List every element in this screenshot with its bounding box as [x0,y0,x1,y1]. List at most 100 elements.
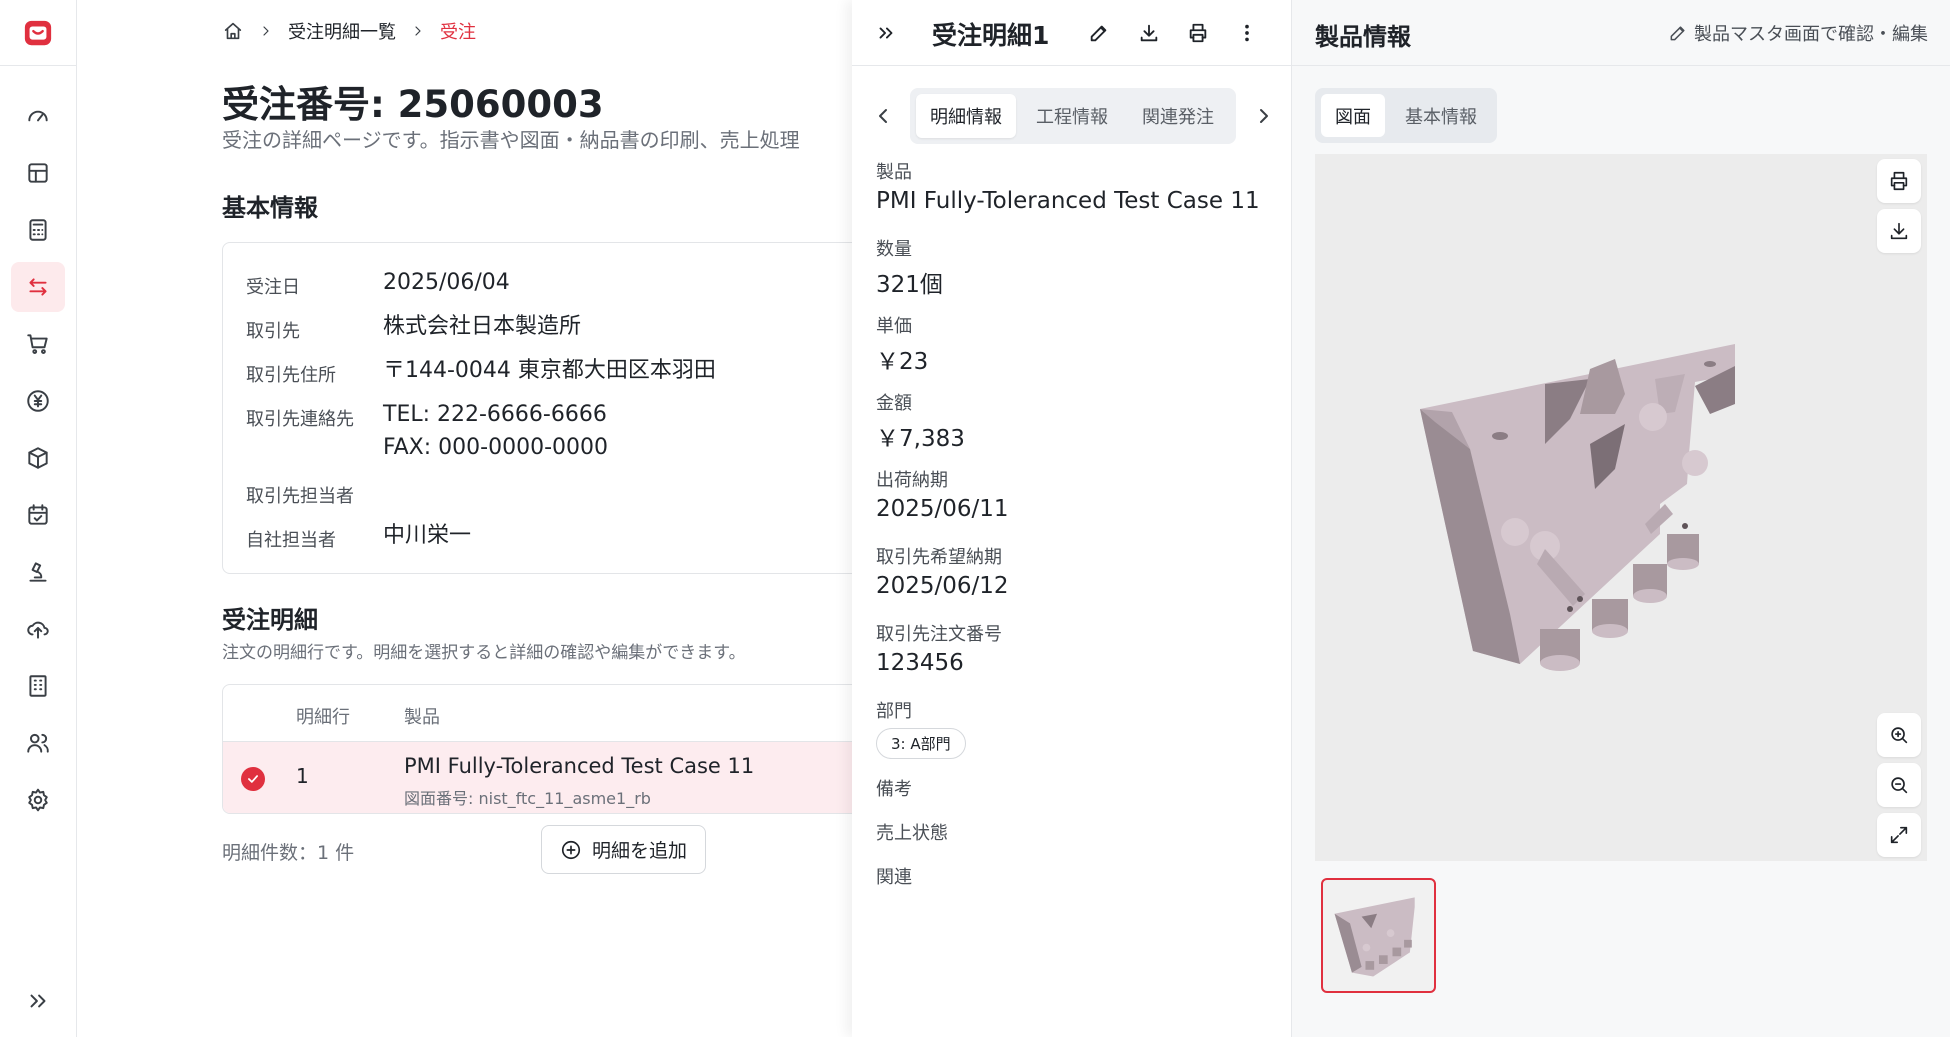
zoom-in-button[interactable] [1877,713,1921,757]
package-icon [28,447,48,469]
tabs-scroll-right[interactable] [1252,104,1276,128]
zoom-in-icon [1891,727,1908,744]
info-value: FAX: 000-0000-0000 [383,435,609,460]
field-value-requested-date: 2025/06/12 [876,573,1009,599]
field-value-quantity: 321個 [876,272,943,298]
edit-button[interactable] [1085,19,1113,47]
download-button[interactable] [1135,19,1163,47]
table-row[interactable]: 1 PMI Fully-Toleranced Test Case 11 図面番号… [223,742,852,813]
nav-users[interactable] [11,718,65,768]
expand-sidebar-button[interactable] [11,976,65,1026]
print-button[interactable] [1184,19,1212,47]
detail-title: 受注明細1 [932,21,1050,50]
field-value-product: PMI Fully-Toleranced Test Case 11 [876,188,1260,214]
more-vertical-icon [1245,24,1249,42]
nav-upload[interactable] [11,604,65,654]
field-label-department: 部門 [876,701,912,722]
add-line-button[interactable]: 明細を追加 [541,825,706,874]
fullscreen-button[interactable] [1877,813,1921,857]
tab-line-info[interactable]: 明細情報 [916,94,1016,138]
tab-basic-info[interactable]: 基本情報 [1391,94,1491,137]
breadcrumb: 受注明細一覧 受注 [222,18,476,44]
gear-icon [28,788,48,812]
expand-icon [1890,826,1908,844]
detail-tab-list: 明細情報 工程情報 関連発注 [910,88,1236,144]
info-label: 受注日 [246,277,300,298]
column-header-line[interactable]: 明細行 [296,703,350,729]
info-label: 取引先担当者 [246,486,354,507]
info-label: 自社担当者 [246,530,336,551]
basic-info-card: 受注日 2025/06/04 取引先 株式会社日本製造所 取引先住所 〒144-… [222,242,852,574]
breadcrumb-current: 受注 [440,22,476,43]
line-detail-panel: 受注明細1 明細情報 工程情報 関連発注 製品 PMI Fully-Tolera… [852,0,1292,1037]
line-number: 1 [296,764,309,788]
department-chip: 3: A部門 [876,728,966,759]
nav-building[interactable] [11,661,65,711]
product-panel: 製品情報 製品マスタ画面で確認・編集 図面 基本情報 [1292,0,1950,1037]
thumbnail-image [1334,897,1415,977]
chevron-right-icon [415,26,421,36]
line-count: 明細件数：1 件 [222,842,355,864]
collapse-panel-button[interactable] [872,19,900,47]
basic-info-heading: 基本情報 [222,194,318,222]
field-label-product: 製品 [876,162,912,183]
nav-dashboard[interactable] [11,91,65,141]
field-label-requested-date: 取引先希望納期 [876,547,1002,568]
nav-settings[interactable] [11,775,65,825]
printer-icon [1189,23,1207,43]
home-icon[interactable] [222,20,244,42]
app-logo-icon [24,20,52,45]
line-product: PMI Fully-Toleranced Test Case 11 [404,754,755,778]
nav-microscope[interactable] [11,547,65,597]
model-viewer[interactable] [1315,154,1927,861]
pencil-icon [1670,26,1685,41]
field-value-unit-price: ￥23 [876,349,929,375]
breadcrumb-order-lines[interactable]: 受注明細一覧 [288,18,396,44]
cart-icon [27,334,48,354]
info-value: 2025/06/04 [383,270,510,295]
nav-cart[interactable] [11,319,65,369]
viewer-download-button[interactable] [1877,209,1921,253]
page-description: 受注の詳細ページです。指示書や図面・納品書の印刷、売上処理 [222,128,800,152]
tabs-scroll-left[interactable] [871,104,895,128]
tab-process-info[interactable]: 工程情報 [1022,94,1122,138]
order-lines-heading: 受注明細 [222,606,318,634]
nav-calculator[interactable] [11,205,65,255]
main-content: 受注明細一覧 受注 受注番号: 25060003 受注の詳細ページです。指示書や… [77,0,852,1037]
drawing-thumbnail[interactable] [1321,878,1436,993]
add-line-label: 明細を追加 [591,840,687,862]
table-layout-icon [28,163,48,183]
more-button[interactable] [1233,19,1261,47]
field-label-ship-date: 出荷納期 [876,470,948,491]
building-icon [29,675,47,697]
info-value: 〒144-0044 東京都大田区本羽田 [383,358,716,383]
printer-icon [1890,171,1908,191]
3d-model-image [1420,344,1735,671]
info-value: 株式会社日本製造所 [383,314,582,339]
product-tabs: 図面 基本情報 [1315,88,1497,143]
nav-yen[interactable] [11,376,65,426]
zoom-out-button[interactable] [1877,763,1921,807]
logo[interactable] [0,0,76,66]
info-label: 取引先住所 [246,365,336,386]
column-header-product[interactable]: 製品 [404,703,440,729]
nav-layout[interactable] [11,148,65,198]
tab-drawing[interactable]: 図面 [1321,94,1385,137]
tab-related-orders[interactable]: 関連発注 [1128,94,1228,138]
info-value: TEL: 222-6666-6666 [383,402,607,427]
nav-package[interactable] [11,433,65,483]
chevrons-right-icon [30,994,46,1008]
download-icon [1140,24,1158,42]
pencil-icon [1090,25,1107,42]
page-title: 受注番号: 25060003 [222,83,604,126]
table-header: 明細行 製品 [223,685,852,742]
selected-check-icon[interactable] [241,767,265,791]
gauge-icon [28,110,48,122]
product-master-link[interactable]: 製品マスタ画面で確認・編集 [1668,20,1928,46]
field-label-amount: 金額 [876,393,912,414]
nav-calendar[interactable] [11,490,65,540]
nav-orders[interactable] [11,262,65,312]
info-label: 取引先連絡先 [246,409,354,430]
viewer-print-button[interactable] [1877,159,1921,203]
calendar-check-icon [28,504,48,525]
